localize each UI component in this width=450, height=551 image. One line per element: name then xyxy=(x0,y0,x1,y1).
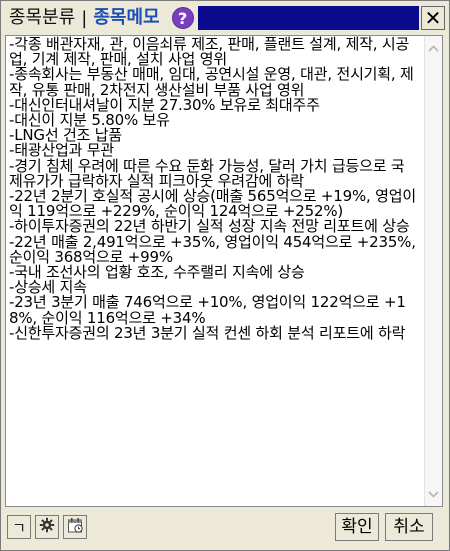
calendar-button[interactable] xyxy=(63,515,87,539)
scroll-down-icon[interactable] xyxy=(425,486,442,502)
ok-button[interactable]: 확인 xyxy=(335,513,379,541)
settings-button[interactable] xyxy=(35,515,59,539)
vertical-scrollbar[interactable] xyxy=(424,36,442,506)
bottom-toolbar: ㄱ 확인 취소 xyxy=(5,513,445,543)
close-button[interactable]: ✕ xyxy=(421,6,445,30)
memo-line: -22년 매출 2,491억으로 +35%, 영업이익 454억으로 +235%… xyxy=(9,232,421,266)
memo-line: -각종 배관자재, 관, 이음쇠류 제조, 판매, 플랜트 설계, 제작, 시공… xyxy=(9,35,410,69)
font-icon: ㄱ xyxy=(12,518,26,537)
memo-textarea[interactable]: -각종 배관자재, 관, 이음쇠류 제조, 판매, 플랜트 설계, 제작, 시공… xyxy=(5,35,443,507)
memo-line: -22년 2분기 호실적 공시에 상승(매출 565억으로 +19%, 영업이익… xyxy=(9,187,416,221)
title-bar: 종목분류 | 종목메모 ? ✕ xyxy=(3,3,447,33)
scroll-up-icon[interactable] xyxy=(425,40,442,56)
font-button[interactable]: ㄱ xyxy=(7,515,31,539)
memo-content[interactable]: -각종 배관자재, 관, 이음쇠류 제조, 판매, 플랜트 설계, 제작, 시공… xyxy=(9,35,421,342)
gear-icon xyxy=(39,517,55,537)
cancel-button[interactable]: 취소 xyxy=(385,513,433,541)
memo-line: -종속회사는 부동산 매매, 임대, 공연시설 운영, 대관, 전시기획, 제작… xyxy=(9,65,414,99)
memo-line: -경기 침체 우려에 따른 수요 둔화 가능성, 달러 가치 급등으로 국제유가… xyxy=(9,156,405,190)
tab-memo[interactable]: 종목메모 xyxy=(87,3,165,33)
close-icon: ✕ xyxy=(424,6,442,30)
memo-line: -23년 3분기 매출 746억으로 +10%, 영업이익 122억으로 +18… xyxy=(9,293,406,327)
memo-line: -신한투자증권의 23년 3분기 실적 컨센 하회 분석 리포트에 하락 xyxy=(9,323,406,342)
tab-category[interactable]: 종목분류 xyxy=(3,3,81,33)
title-drag-area[interactable] xyxy=(197,6,419,30)
help-icon[interactable]: ? xyxy=(171,7,194,29)
stock-memo-window: 종목분류 | 종목메모 ? ✕ -각종 배관자재, 관, 이음쇠류 제조, 판매… xyxy=(0,0,450,551)
calendar-icon xyxy=(67,517,84,538)
